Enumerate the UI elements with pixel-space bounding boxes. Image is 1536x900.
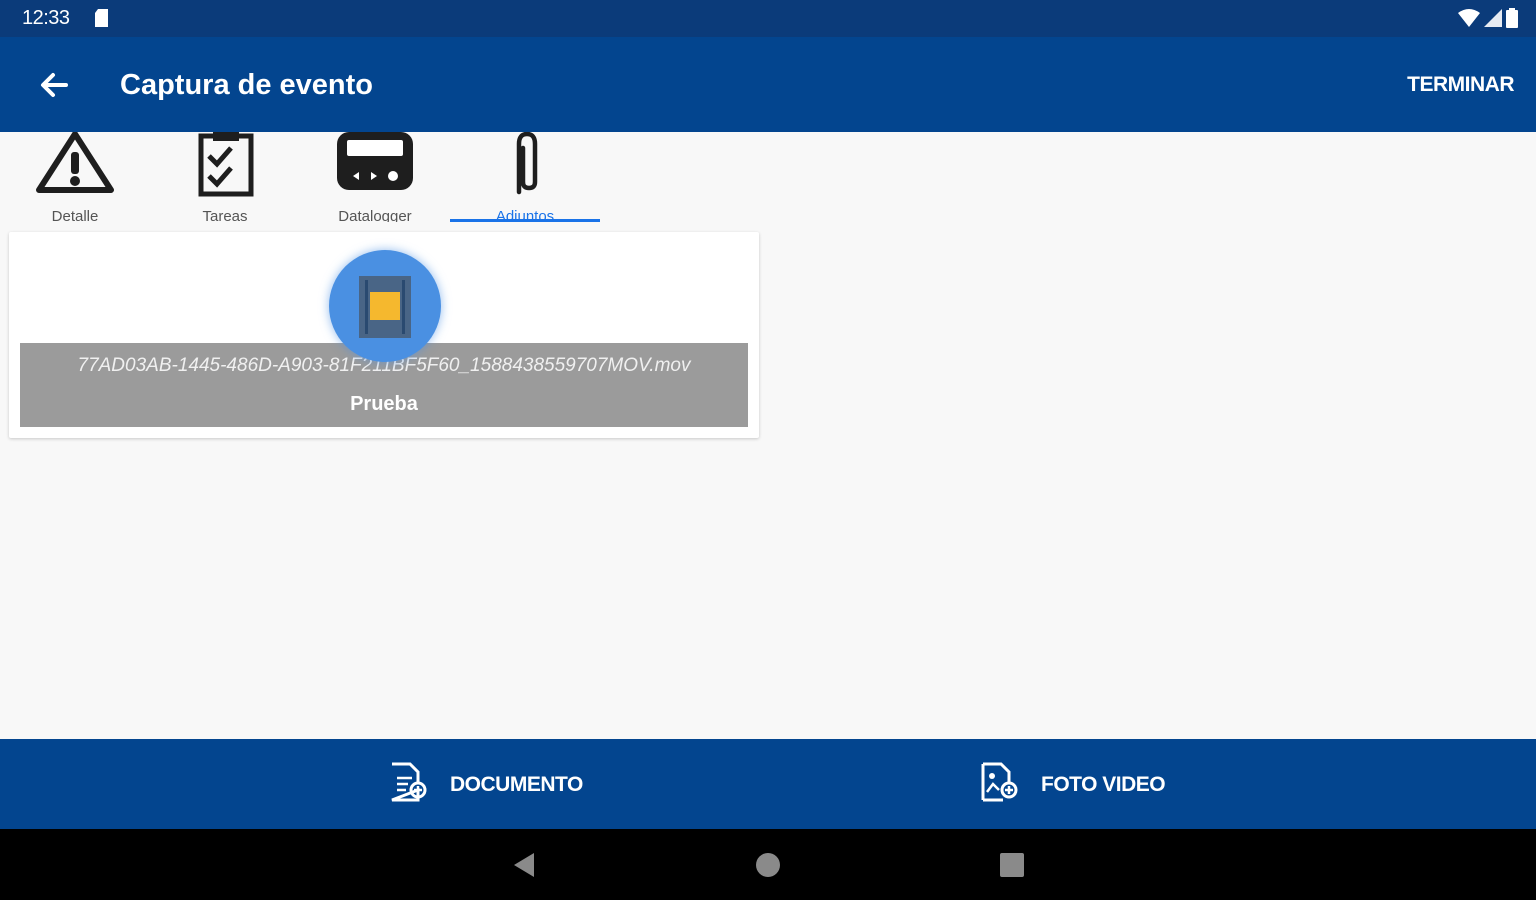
home-circle-icon[interactable] [754,851,782,879]
film-icon [359,276,411,343]
tab-label: Detalle [51,208,99,222]
datalogger-icon [335,132,415,198]
attachment-card[interactable]: 77AD03AB-1445-486D-A903-81F211BF5F60_158… [9,232,759,438]
foto-video-label: FOTO VIDEO [1041,773,1166,796]
photo-add-icon [979,762,1019,808]
tab-tareas[interactable]: Tareas [150,132,300,224]
documento-button[interactable]: DOCUMENTO [388,762,583,808]
recents-square-icon[interactable] [998,851,1026,879]
tab-detalle[interactable]: Detalle [0,131,150,224]
attachment-thumbnail[interactable] [329,250,441,362]
document-add-icon [388,762,428,808]
bottom-action-bar: DOCUMENTO FOTO VIDEO [0,739,1536,829]
back-triangle-icon[interactable] [510,851,538,879]
tab-label: Tareas [202,208,248,222]
status-time: 12:33 [22,7,70,29]
tab-adjuntos[interactable]: Adjuntos [450,131,600,224]
attachment-description: Prueba [350,393,418,415]
status-bar: 12:33 [0,0,1536,37]
back-arrow-icon[interactable] [38,70,70,100]
paperclip-icon [485,131,565,198]
signal-icon [1484,9,1502,32]
tab-datalogger[interactable]: Datalogger [300,132,450,224]
tab-bar: Detalle Tareas Datalogger Adjuntos [0,131,620,224]
warning-icon [35,131,115,198]
wifi-icon [1458,9,1480,32]
documento-label: DOCUMENTO [450,773,583,796]
checklist-icon [185,132,265,198]
foto-video-button[interactable]: FOTO VIDEO [979,762,1166,808]
terminar-button[interactable]: TERMINAR [1407,73,1514,97]
page-title: Captura de evento [120,69,373,101]
sd-card-icon [94,9,110,32]
app-bar: Captura de evento TERMINAR [0,37,1536,132]
system-nav-bar [0,829,1536,900]
active-tab-indicator [450,219,600,222]
tab-label: Datalogger [338,208,412,222]
system-icons [1458,8,1518,33]
battery-icon [1506,8,1518,33]
